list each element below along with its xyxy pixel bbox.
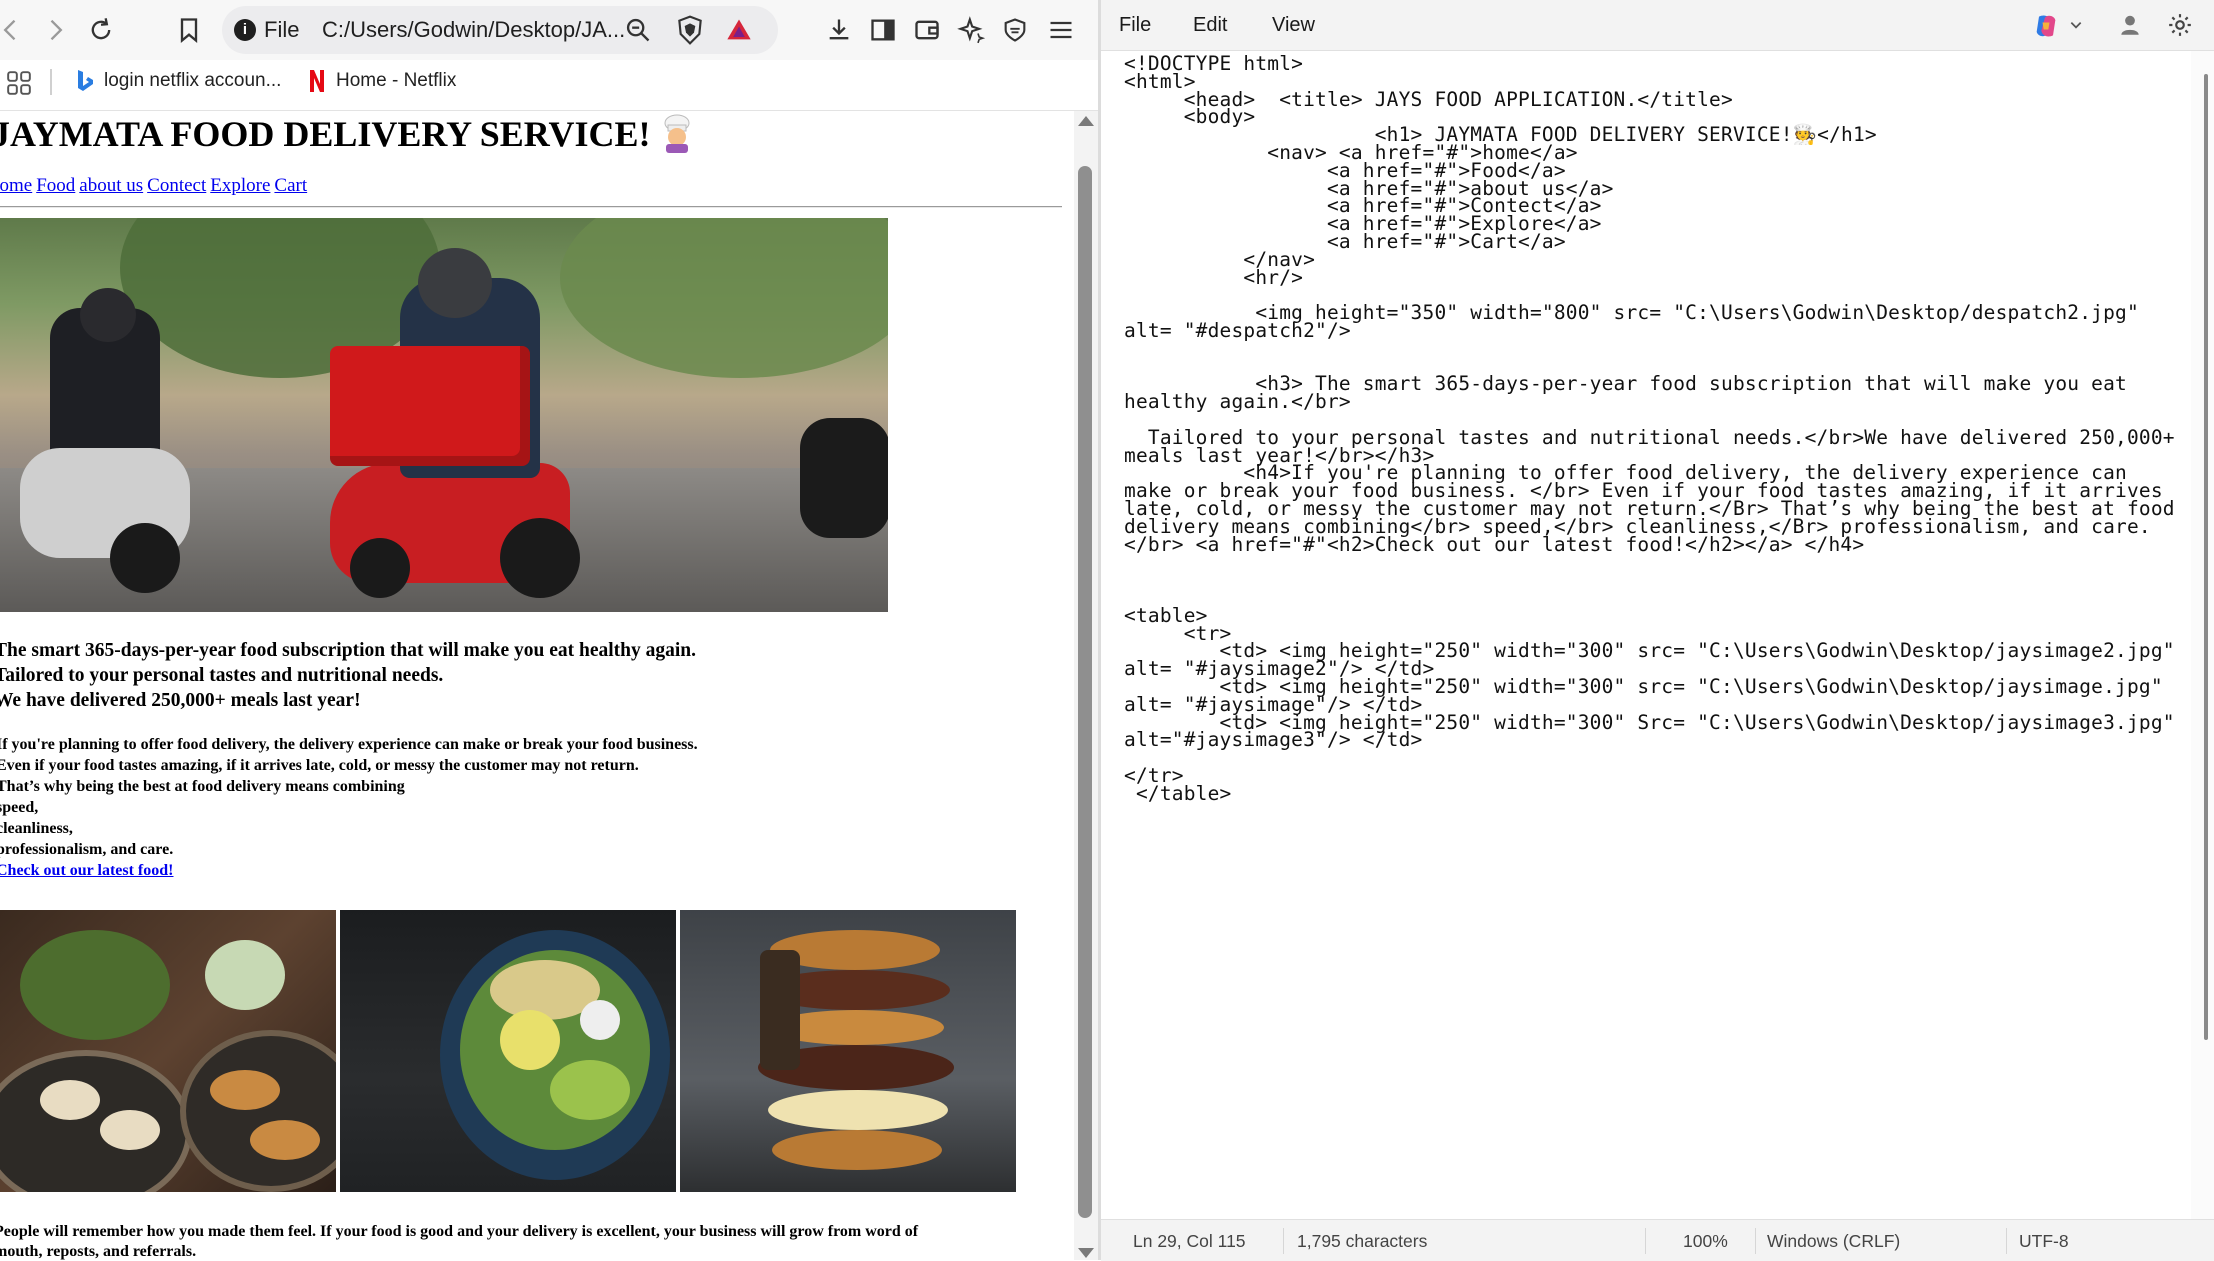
paragraph-line: mouth, reposts, and referrals. [0, 1243, 197, 1260]
settings-gear-icon[interactable] [2167, 12, 2193, 38]
page-heading-text: JAYMATA FOOD DELIVERY SERVICE! [0, 114, 651, 154]
apps-grid-icon[interactable] [6, 70, 32, 96]
page-scroll-thumb[interactable] [1078, 166, 1092, 1218]
encoding[interactable]: UTF-8 [2019, 1231, 2069, 1252]
downloads-button[interactable] [818, 9, 860, 51]
burger-image [680, 910, 1016, 1192]
reload-button[interactable] [80, 9, 122, 51]
brave-rewards-icon[interactable] [724, 16, 754, 44]
hamburger-menu-icon [1050, 21, 1072, 39]
browser-toolbar: i File C:/Users/Godwin/Desktop/JA... [0, 0, 1098, 60]
nav-link-explore[interactable]: Explore [210, 175, 270, 196]
delivery-info-line: professionalism, and care. [0, 841, 174, 858]
code-line: healthy again.</br> [1124, 390, 1351, 414]
browser-window: i File C:/Users/Godwin/Desktop/JA... log… [0, 0, 1101, 1260]
back-button[interactable] [0, 9, 32, 51]
leo-ai-button[interactable] [950, 9, 992, 51]
sidebar-icon [871, 19, 895, 41]
character-count: 1,795 characters [1297, 1231, 1428, 1251]
forward-button[interactable] [34, 9, 76, 51]
status-separator [1645, 1228, 1646, 1254]
code-line: <hr/> [1124, 265, 1304, 289]
address-scheme: File [264, 17, 300, 42]
subscription-line: Tailored to your personal tastes and nut… [0, 665, 444, 686]
brave-shields-icon[interactable] [674, 14, 706, 46]
bookmark-page-button[interactable] [168, 9, 210, 51]
cursor-position: Ln 29, Col 115 [1133, 1231, 1246, 1251]
code-line: </br> <a href="#"<h2>Check out our lates… [1124, 532, 1865, 556]
bookmark-label: login netflix accoun... [104, 70, 282, 91]
sidebar-toggle-button[interactable] [862, 9, 904, 51]
delivery-info-line: speed, [0, 799, 39, 816]
salad-bowl-image [340, 910, 676, 1192]
address-url[interactable]: C:/Users/Godwin/Desktop/JA... [322, 17, 625, 43]
nav-link-food[interactable]: Food [36, 175, 75, 196]
horizontal-rule [0, 206, 1062, 208]
bookmarks-separator [50, 69, 52, 95]
latest-food-link[interactable]: Check out our latest food! [0, 862, 173, 879]
page-nav: homeFoodabout usContectExploreCart [0, 175, 311, 197]
chef-emoji-icon [657, 113, 697, 162]
word-of-mouth-paragraph: People will remember how you made them f… [0, 1222, 918, 1260]
notepad-menubar: File Edit View [1101, 0, 2214, 51]
nav-link-about-us[interactable]: about us [79, 175, 143, 196]
notepad-text-area[interactable]: <!DOCTYPE html> <html> <head> <title> JAY… [1101, 51, 2191, 1219]
code-line: </table> [1124, 781, 1232, 805]
delivery-info-line: That’s why being the best at food delive… [0, 778, 405, 795]
code-line: alt= "#despatch2"/> [1124, 319, 1351, 342]
bookmark-icon [180, 18, 198, 43]
status-separator [1283, 1228, 1284, 1254]
nav-link-contect[interactable]: Contect [147, 175, 206, 196]
dumplings-image [0, 910, 336, 1192]
shield-icon [1004, 18, 1026, 42]
nav-link-home[interactable]: home [0, 175, 32, 196]
scroll-up-arrow-icon[interactable] [1078, 116, 1094, 126]
scroll-down-arrow-icon[interactable] [1078, 1248, 1094, 1258]
subscription-line: The smart 365-days-per-year food subscri… [0, 640, 696, 661]
wallet-icon [915, 20, 939, 40]
subscription-line: We have delivered 250,000+ meals last ye… [0, 690, 361, 711]
wallet-button[interactable] [906, 9, 948, 51]
line-ending[interactable]: Windows (CRLF) [1767, 1231, 1900, 1252]
address-bar[interactable]: i File C:/Users/Godwin/Desktop/JA... [222, 6, 778, 54]
page-heading: JAYMATA FOOD DELIVERY SERVICE! [0, 113, 697, 162]
bookmark-label: Home - Netflix [336, 70, 457, 91]
menu-edit[interactable]: Edit [1193, 14, 1227, 37]
back-arrow-icon [3, 19, 16, 41]
notepad-scrollbar[interactable] [2204, 74, 2208, 1040]
status-separator [1755, 1228, 1756, 1254]
subscription-heading: The smart 365-days-per-year food subscri… [0, 638, 696, 713]
copilot-icon[interactable] [2032, 12, 2060, 40]
zoom-icon[interactable] [624, 16, 652, 44]
forward-arrow-icon [50, 19, 63, 41]
menu-view[interactable]: View [1272, 14, 1315, 37]
bookmark-item-bing[interactable]: login netflix accoun... [76, 69, 281, 93]
paragraph-line: People will remember how you made them f… [0, 1223, 919, 1240]
status-separator [2006, 1228, 2007, 1254]
download-icon [829, 19, 849, 40]
bookmark-item-netflix[interactable]: Home - Netflix [308, 69, 456, 93]
code-line: alt="#jaysimage3"/> </td> [1124, 728, 1423, 752]
chevron-down-icon[interactable] [2069, 18, 2083, 32]
menu-button[interactable] [1040, 9, 1082, 51]
delivery-info-line: If you're planning to offer food deliver… [0, 736, 698, 753]
sparkle-icon [957, 16, 985, 44]
site-info-icon[interactable]: i [234, 19, 256, 41]
delivery-info-heading: If you're planning to offer food deliver… [0, 734, 698, 881]
reload-icon [91, 18, 111, 40]
delivery-info-line: Even if your food tastes amazing, if it … [0, 757, 639, 774]
web-page-viewport: JAYMATA FOOD DELIVERY SERVICE! homeFooda… [0, 111, 1074, 1260]
netflix-icon [310, 70, 324, 92]
notepad-window: File Edit View <!DOCTYPE html> <html> <he… [1101, 0, 2214, 1261]
delivery-info-line: cleanliness, [0, 820, 73, 837]
delivery-scooter-image [0, 218, 888, 612]
bing-icon [78, 70, 93, 91]
nav-link-cart[interactable]: Cart [274, 175, 307, 196]
zoom-level[interactable]: 100% [1683, 1231, 1728, 1252]
account-icon[interactable] [2117, 12, 2143, 38]
notepad-statusbar: Ln 29, Col 115 1,795 characters 100% Win… [1101, 1219, 2214, 1261]
vpn-button[interactable] [994, 9, 1036, 51]
menu-file[interactable]: File [1119, 14, 1151, 37]
